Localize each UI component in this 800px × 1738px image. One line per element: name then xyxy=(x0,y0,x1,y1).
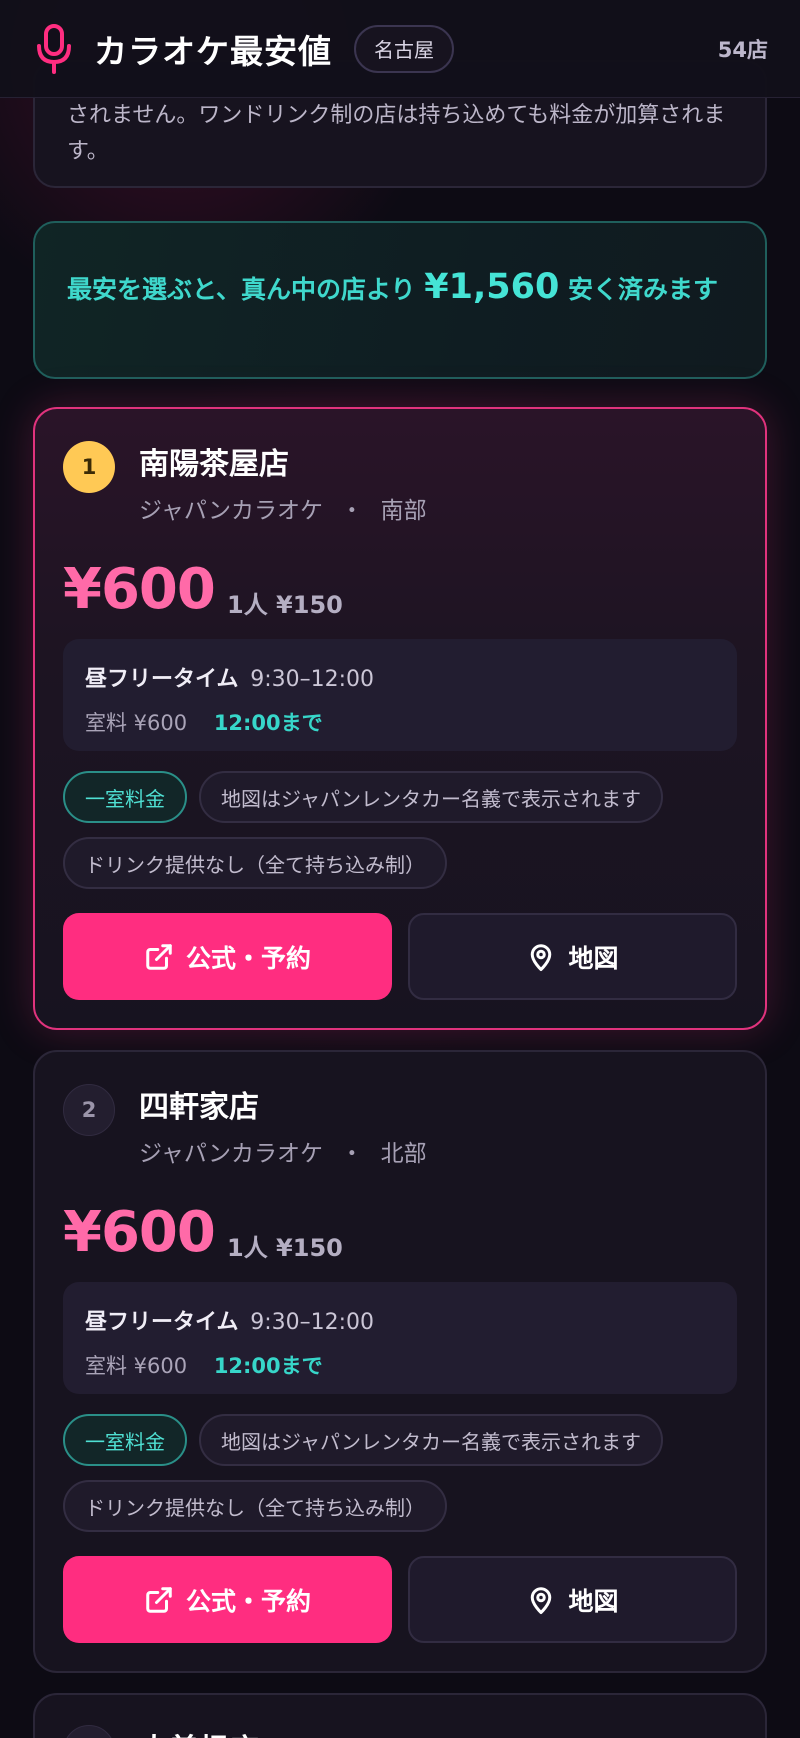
official-reserve-button[interactable]: 公式・予約 xyxy=(63,913,392,1000)
savings-amount: ¥1,560 xyxy=(424,267,560,307)
map-button[interactable]: 地図 xyxy=(408,913,737,1000)
per-person-price: 1人 ¥150 xyxy=(227,1234,343,1262)
shop-name: 大曽根店 xyxy=(139,1725,259,1738)
savings-suffix: 安く済みます xyxy=(568,275,719,304)
shop-area: 北部 xyxy=(380,1141,427,1167)
shop-meta: ジャパンカラオケ ・ 南部 xyxy=(139,491,427,525)
official-reserve-label: 公式・予約 xyxy=(185,1586,311,1616)
plan-box: 昼フリータイム 9:30–12:00 室料 ¥600 12:00まで xyxy=(63,639,737,751)
tag-map-note: 地図はジャパンレンタカー名義で表示されます xyxy=(199,771,663,823)
plan-name: 昼フリータイム xyxy=(85,667,239,692)
meta-separator: ・ xyxy=(340,498,364,524)
tag-room-rate: 一室料金 xyxy=(63,1414,187,1466)
shop-name: 四軒家店 xyxy=(139,1090,259,1125)
map-label: 地図 xyxy=(568,1586,619,1616)
plan-box: 昼フリータイム 9:30–12:00 室料 ¥600 12:00まで xyxy=(63,1282,737,1394)
shop-count: 54店 xyxy=(717,37,768,62)
shop-chain: ジャパンカラオケ xyxy=(139,498,323,524)
official-reserve-button[interactable]: 公式・予約 xyxy=(63,1556,392,1643)
city-selector[interactable]: 名古屋 xyxy=(354,24,454,73)
tag-room-rate: 一室料金 xyxy=(63,771,187,823)
shop-card: 1 南陽茶屋店 ジャパンカラオケ ・ 南部 ¥600 1人 ¥150 昼フリータ… xyxy=(33,407,767,1030)
tag-list: 一室料金 地図はジャパンレンタカー名義で表示されます ドリンク提供なし（全て持ち… xyxy=(63,1414,743,1532)
action-row: 公式・予約 地図 xyxy=(63,1556,737,1643)
rank-badge: 2 xyxy=(63,1084,115,1136)
shop-card: 3 大曽根店 xyxy=(33,1693,767,1738)
room-fee: 室料 ¥600 xyxy=(85,711,188,735)
plan-name: 昼フリータイム xyxy=(85,1310,239,1335)
plan-until: 12:00まで xyxy=(213,711,323,735)
tag-map-note: 地図はジャパンレンタカー名義で表示されます xyxy=(199,1414,663,1466)
room-fee: 室料 ¥600 xyxy=(85,1354,188,1378)
app-title: カラオケ最安値 xyxy=(94,31,332,71)
external-link-icon xyxy=(146,943,172,970)
map-label: 地図 xyxy=(568,943,619,973)
meta-separator: ・ xyxy=(340,1141,364,1167)
savings-banner: 最安を選ぶと、真ん中の店より ¥1,560 安く済みます xyxy=(33,221,767,379)
tag-drink-note: ドリンク提供なし（全て持ち込み制） xyxy=(63,1480,447,1532)
map-pin-icon xyxy=(531,943,552,971)
room-price: ¥600 xyxy=(63,1200,216,1265)
rank-badge: 1 xyxy=(63,441,115,493)
action-row: 公式・予約 地図 xyxy=(63,913,737,1000)
microphone-icon xyxy=(32,23,76,75)
savings-prefix: 最安を選ぶと、真ん中の店より xyxy=(67,275,416,304)
room-price: ¥600 xyxy=(63,557,216,622)
shop-meta: ジャパンカラオケ ・ 北部 xyxy=(139,1134,427,1168)
app-header: カラオケ最安値 名古屋 54店 xyxy=(0,0,800,98)
notice-text: されません。ワンドリンク制の店は持ち込めても料金が加算されます。 xyxy=(67,103,726,164)
plan-until: 12:00まで xyxy=(213,1354,323,1378)
tag-list: 一室料金 地図はジャパンレンタカー名義で表示されます ドリンク提供なし（全て持ち… xyxy=(63,771,743,889)
shop-chain: ジャパンカラオケ xyxy=(139,1141,323,1167)
map-pin-icon xyxy=(531,1586,552,1614)
per-person-price: 1人 ¥150 xyxy=(227,591,343,619)
shop-name: 南陽茶屋店 xyxy=(139,447,289,482)
shop-card: 2 四軒家店 ジャパンカラオケ ・ 北部 ¥600 1人 ¥150 昼フリータイ… xyxy=(33,1050,767,1673)
tag-drink-note: ドリンク提供なし（全て持ち込み制） xyxy=(63,837,447,889)
official-reserve-label: 公式・予約 xyxy=(185,943,311,973)
rank-badge: 3 xyxy=(63,1725,115,1738)
external-link-icon xyxy=(146,1586,172,1613)
plan-time: 9:30–12:00 xyxy=(250,1310,375,1335)
map-button[interactable]: 地図 xyxy=(408,1556,737,1643)
plan-time: 9:30–12:00 xyxy=(250,667,375,692)
shop-area: 南部 xyxy=(380,498,427,524)
